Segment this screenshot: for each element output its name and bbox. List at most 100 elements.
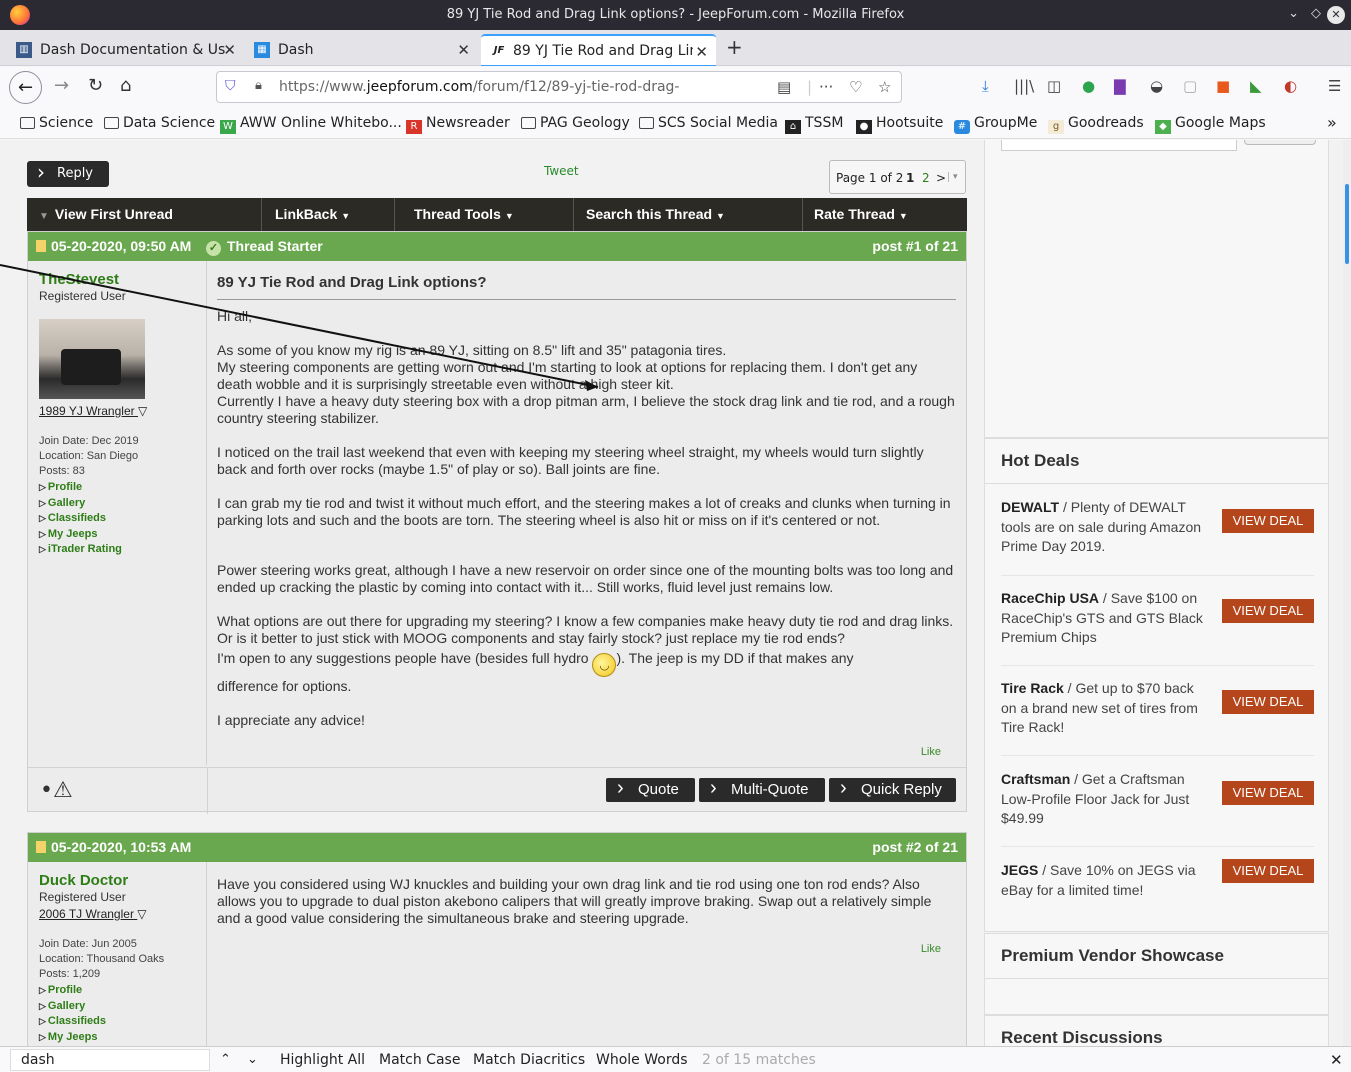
sidebar-search-button[interactable] (1244, 140, 1316, 145)
bookmark-newsreader[interactable]: R Newsreader (406, 115, 510, 134)
post-number[interactable]: post #1 of 21 (872, 238, 958, 254)
extension-flag-icon[interactable]: ◐ (1284, 77, 1297, 95)
like-link[interactable]: Like (921, 941, 941, 958)
linkback-menu[interactable]: LinkBack ▼ (265, 198, 395, 231)
pager-dropdown-icon[interactable]: ▾ (948, 172, 958, 182)
find-next-icon[interactable]: ⌄ (247, 1052, 258, 1067)
extension-doc-icon[interactable]: ▢ (1183, 77, 1197, 95)
url-text[interactable]: https://www.jeepforum.com/forum/f12/89-y… (279, 79, 679, 95)
deal-brand[interactable]: Tire Rack (1001, 680, 1064, 696)
pager-page-2[interactable]: 2 (922, 171, 930, 185)
view-deal-button[interactable]: VIEW DEAL (1222, 781, 1314, 805)
post-number[interactable]: post #2 of 21 (872, 839, 958, 855)
classifieds-link[interactable]: Classifieds (39, 1014, 106, 1030)
rate-thread-menu[interactable]: Rate Thread ▼ (804, 198, 967, 231)
deal-brand[interactable]: DEWALT (1001, 499, 1059, 515)
quick-reply-button[interactable]: Quick Reply (829, 776, 956, 802)
bookmarks-overflow-icon[interactable]: » (1327, 113, 1337, 132)
user-vehicle-link[interactable]: 2006 TJ Wrangler ▽ (39, 907, 147, 921)
find-previous-icon[interactable]: ⌃ (220, 1052, 231, 1067)
bookmark-scs-social[interactable]: SCS Social Media (639, 115, 778, 131)
window-close-icon[interactable]: ✕ (1327, 6, 1345, 24)
my-jeeps-link[interactable]: My Jeeps (39, 527, 122, 543)
library-icon[interactable]: |||\ (1014, 77, 1034, 95)
tweet-link[interactable]: Tweet (544, 164, 579, 178)
bookmark-aww[interactable]: W AWW Online Whitebo... (220, 115, 402, 134)
like-link[interactable]: Like (921, 744, 941, 761)
tab-close-icon[interactable]: ✕ (457, 41, 470, 59)
deal-brand[interactable]: RaceChip USA (1001, 590, 1099, 606)
view-deal-button[interactable]: VIEW DEAL (1222, 690, 1314, 714)
url-bar[interactable]: ⛉ 🔒︎ https://www.jeepforum.com/forum/f12… (216, 71, 902, 103)
tab-jeepforum-thread[interactable]: JF 89 YJ Tie Rod and Drag Lin ✕ (481, 34, 716, 66)
extension-dark-icon[interactable]: ◒ (1150, 77, 1163, 95)
gallery-link[interactable]: Gallery (39, 496, 122, 512)
multi-quote-button[interactable]: Multi-Quote (699, 776, 825, 802)
page-actions-icon[interactable]: ··· (819, 78, 833, 96)
tab-dash-documentation[interactable]: ▥ Dash Documentation & Us ✕ (8, 34, 244, 66)
reader-view-icon[interactable]: ▤ (777, 78, 791, 96)
find-close-icon[interactable]: ✕ (1330, 1051, 1343, 1069)
pager-next[interactable]: > (936, 171, 946, 185)
bookmark-pag-geology[interactable]: PAG Geology (521, 115, 630, 131)
username-link[interactable]: TheStevest (39, 271, 119, 288)
bookmark-data-science[interactable]: Data Science (104, 115, 215, 131)
match-case-toggle[interactable]: Match Case (379, 1052, 460, 1068)
home-icon[interactable]: ⌂ (120, 75, 131, 96)
classifieds-link[interactable]: Classifieds (39, 511, 122, 527)
page-scrollbar[interactable] (1343, 140, 1351, 1046)
extension-chart-icon[interactable]: ▇ (1114, 77, 1126, 95)
menu-hamburger-icon[interactable]: ☰ (1328, 77, 1341, 95)
itrader-rating-link[interactable]: iTrader Rating (39, 542, 122, 558)
user-vehicle-link[interactable]: 1989 YJ Wrangler ▽ (39, 404, 147, 418)
bookmark-star-icon[interactable]: ☆ (878, 78, 891, 96)
view-first-unread[interactable]: ▼ View First Unread (27, 198, 262, 231)
thread-tools-menu[interactable]: Thread Tools ▼ (404, 198, 574, 231)
extension-green-icon[interactable]: ● (1082, 77, 1095, 95)
deal-brand[interactable]: Craftsman (1001, 771, 1070, 787)
quote-button[interactable]: Quote (606, 776, 695, 802)
search-thread-menu[interactable]: Search this Thread ▼ (576, 198, 803, 231)
tab-dash[interactable]: ▦ Dash ✕ (246, 34, 478, 66)
minimize-chevron-icon[interactable]: ⌄ (1288, 6, 1299, 21)
username-link[interactable]: Duck Doctor (39, 872, 128, 889)
deal-brand[interactable]: JEGS (1001, 862, 1038, 878)
profile-link[interactable]: Profile (39, 480, 122, 496)
whole-words-toggle[interactable]: Whole Words (596, 1052, 688, 1068)
sidebar-search-input[interactable] (1001, 140, 1237, 151)
gallery-link[interactable]: Gallery (39, 999, 106, 1015)
pocket-icon[interactable]: ♡ (849, 78, 862, 96)
my-jeeps-link[interactable]: My Jeeps (39, 1030, 106, 1046)
new-tab-plus-icon[interactable]: + (726, 35, 743, 59)
tracking-shield-icon[interactable]: ⛉ (225, 78, 236, 94)
bookmark-science[interactable]: Science (20, 115, 93, 131)
bookmark-groupme[interactable]: # GroupMe (954, 115, 1037, 134)
reload-icon[interactable]: ↻ (88, 75, 103, 96)
view-deal-button[interactable]: VIEW DEAL (1222, 859, 1314, 883)
maximize-diamond-icon[interactable]: ◇ (1311, 6, 1321, 21)
scrollbar-thumb[interactable] (1345, 184, 1349, 264)
tab-close-icon[interactable]: ✕ (223, 41, 236, 59)
extension-leaf-icon[interactable]: ◣ (1250, 77, 1262, 95)
view-deal-button[interactable]: VIEW DEAL (1222, 599, 1314, 623)
bookmark-google-maps[interactable]: ◆ Google Maps (1155, 115, 1266, 134)
downloads-icon[interactable]: ⤓ (982, 77, 989, 95)
lock-icon[interactable]: 🔒︎ (255, 78, 262, 93)
highlight-all-toggle[interactable]: Highlight All (280, 1052, 365, 1068)
find-input[interactable]: dash (10, 1049, 210, 1071)
report-warning-icon[interactable]: •⚠ (40, 778, 73, 803)
extension-sc-icon[interactable]: ■ (1216, 77, 1230, 95)
forward-arrow-icon[interactable]: → (54, 75, 69, 96)
back-arrow-icon[interactable]: ← (9, 71, 42, 104)
bookmark-goodreads[interactable]: g Goodreads (1048, 115, 1144, 134)
avatar[interactable] (39, 319, 145, 399)
tab-close-icon[interactable]: ✕ (695, 43, 708, 61)
profile-link[interactable]: Profile (39, 983, 106, 999)
bookmark-hootsuite[interactable]: ● Hootsuite (856, 115, 943, 134)
view-deal-button[interactable]: VIEW DEAL (1222, 509, 1314, 533)
bookmark-tssm[interactable]: ⌂ TSSM (785, 115, 843, 134)
sidebar-icon[interactable]: ◫ (1047, 77, 1061, 95)
reply-button[interactable]: Reply (27, 159, 109, 187)
tab-label: 89 YJ Tie Rod and Drag Lin (513, 43, 693, 59)
match-diacritics-toggle[interactable]: Match Diacritics (473, 1052, 585, 1068)
